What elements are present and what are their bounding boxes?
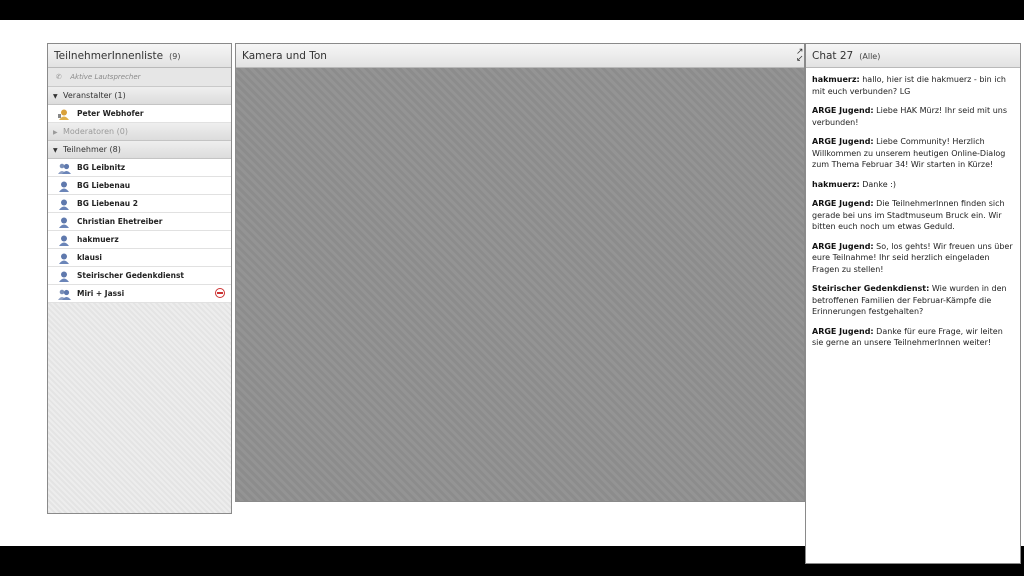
attendee-row[interactable]: BG Liebenau 2 <box>48 195 231 213</box>
attendee-name: BG Liebenau <box>77 181 131 190</box>
chat-message: Steirischer Gedenkdienst: Wie wurden in … <box>812 283 1015 318</box>
camera-video-area <box>236 68 804 501</box>
attendee-row[interactable]: Miri + Jassi <box>48 285 231 303</box>
attendee-name: BG Liebenau 2 <box>77 199 138 208</box>
group-user-icon <box>58 289 71 300</box>
chat-filter[interactable]: (Alle) <box>859 52 880 61</box>
section-participants-label: Teilnehmer (8) <box>63 145 121 154</box>
camera-voice-pod: Kamera und Ton ↗ ↙ <box>235 43 805 502</box>
attendee-count: (9) <box>169 52 181 61</box>
camera-title: Kamera und Ton <box>242 50 327 62</box>
chat-sender: ARGE Jugend: <box>812 137 874 146</box>
chat-message: hakmuerz: hallo, hier ist die hakmuerz -… <box>812 74 1015 97</box>
attendee-name: klausi <box>77 253 102 262</box>
section-hosts[interactable]: ▼ Veranstalter (1) <box>48 87 231 105</box>
chat-message: ARGE Jugend: So, los gehts! Wir freuen u… <box>812 241 1015 276</box>
chevron-down-icon: ▼ <box>53 93 58 100</box>
user-icon <box>59 181 69 192</box>
attendee-list-header: TeilnehmerInnenliste (9) <box>48 44 231 68</box>
section-hosts-label: Veranstalter (1) <box>63 91 126 100</box>
section-participants[interactable]: ▼ Teilnehmer (8) <box>48 141 231 159</box>
user-icon <box>59 199 69 210</box>
attendee-name: Peter Webhofer <box>77 109 144 118</box>
attendee-host[interactable]: Peter Webhofer <box>48 105 231 123</box>
attendee-row[interactable]: BG Leibnitz <box>48 159 231 177</box>
chat-sender: Steirischer Gedenkdienst: <box>812 284 930 293</box>
chat-messages: hakmuerz: hallo, hier ist die hakmuerz -… <box>806 68 1020 563</box>
user-icon <box>59 217 69 228</box>
attendee-row[interactable]: Steirischer Gedenkdienst <box>48 267 231 285</box>
chat-text: Danke :) <box>862 179 896 189</box>
chat-title: Chat 27 <box>812 50 854 62</box>
meeting-room: TeilnehmerInnenliste (9) ✆ Aktive Lautspr… <box>0 20 1024 564</box>
chat-sender: ARGE Jugend: <box>812 199 874 208</box>
group-user-icon <box>58 163 71 174</box>
chat-sender: hakmuerz: <box>812 75 860 84</box>
attendee-name: BG Leibnitz <box>77 163 126 172</box>
active-speaker-row: ✆ Aktive Lautsprecher <box>48 68 231 87</box>
chat-sender: hakmuerz: <box>812 179 860 189</box>
chat-header: Chat 27 (Alle) <box>806 44 1020 68</box>
chat-sender: ARGE Jugend: <box>812 326 874 336</box>
section-presenters-label: Moderatoren (0) <box>63 127 128 136</box>
section-presenters[interactable]: ▶ Moderatoren (0) <box>48 123 231 141</box>
host-user-icon <box>58 109 69 120</box>
chat-message: ARGE Jugend: Liebe HAK Mürz! Ihr seid mi… <box>812 105 1015 128</box>
user-icon <box>59 235 69 246</box>
chevron-right-icon: ▶ <box>53 129 58 136</box>
chat-message: hakmuerz: Danke :) <box>812 179 1015 191</box>
attendee-name: Steirischer Gedenkdienst <box>77 271 184 280</box>
attendee-name: Christian Ehetreiber <box>77 217 163 226</box>
attendee-row[interactable]: hakmuerz <box>48 231 231 249</box>
chat-sender: ARGE Jugend: <box>812 106 874 115</box>
attendee-list-pod: TeilnehmerInnenliste (9) ✆ Aktive Lautspr… <box>47 43 232 514</box>
chat-message: ARGE Jugend: Die TeilnehmerInnen finden … <box>812 198 1015 233</box>
active-speaker-label: Aktive Lautsprecher <box>70 73 141 81</box>
attendee-row[interactable]: Christian Ehetreiber <box>48 213 231 231</box>
chat-message: ARGE Jugend: Liebe Community! Herzlich W… <box>812 136 1015 171</box>
attendee-list-title: TeilnehmerInnenliste <box>54 50 164 62</box>
user-icon <box>59 253 69 264</box>
attendee-row[interactable]: klausi <box>48 249 231 267</box>
chat-sender: ARGE Jugend: <box>812 241 874 251</box>
camera-header: Kamera und Ton ↗ ↙ <box>236 44 804 68</box>
user-icon <box>59 271 69 282</box>
attendee-name: Miri + Jassi <box>77 289 125 298</box>
attendee-row[interactable]: BG Liebenau <box>48 177 231 195</box>
chevron-down-icon: ▼ <box>53 147 58 154</box>
attendee-list-body: ✆ Aktive Lautsprecher ▼ Veranstalter (1) … <box>48 68 231 513</box>
chat-message: ARGE Jugend: Danke für eure Frage, wir l… <box>812 326 1015 349</box>
chat-pod: Chat 27 (Alle) hakmuerz: hallo, hier ist … <box>805 43 1021 564</box>
phone-icon: ✆ <box>56 73 62 81</box>
attendee-name: hakmuerz <box>77 235 119 244</box>
microphone-blocked-icon[interactable] <box>215 288 225 298</box>
